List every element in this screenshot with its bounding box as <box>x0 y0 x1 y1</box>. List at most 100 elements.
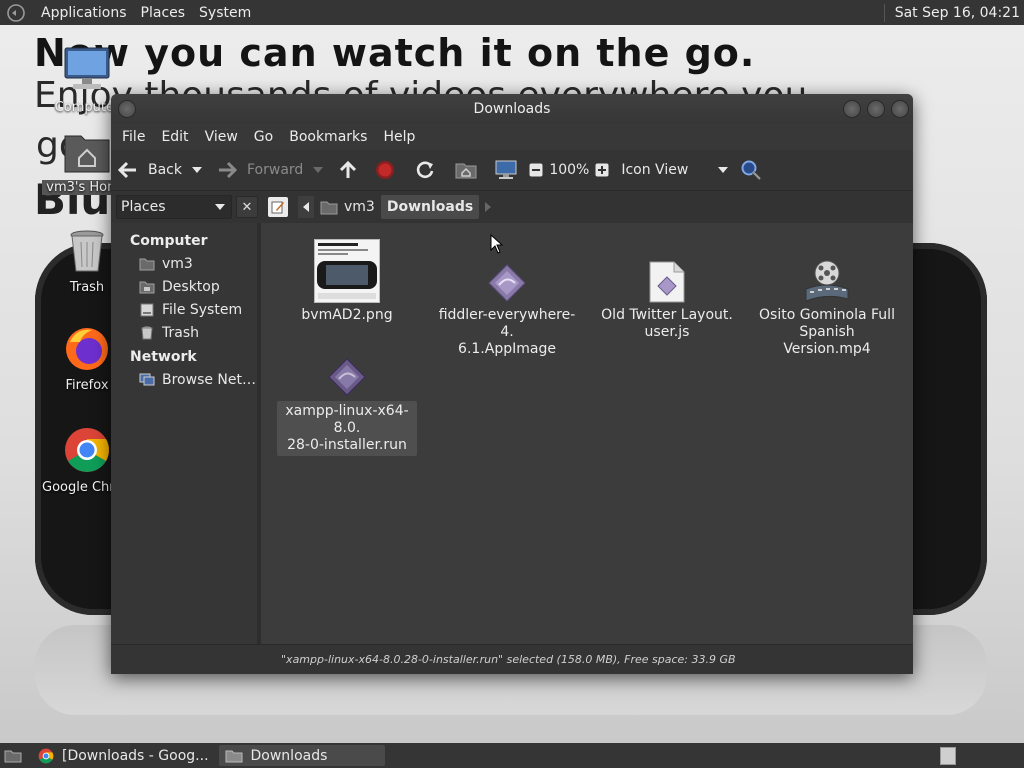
window-title: Downloads <box>473 101 551 117</box>
chrome-icon <box>65 428 109 472</box>
maximize-button[interactable] <box>867 100 885 118</box>
sidebar-item-browse-network[interactable]: Browse Net… <box>111 369 257 392</box>
computer-icon <box>64 47 110 89</box>
clock[interactable]: Sat Sep 16, 04:21 <box>895 5 1020 21</box>
chevron-down-icon <box>215 204 225 210</box>
home-folder-icon <box>64 135 110 173</box>
file-item[interactable]: Osito Gominola Full Spanish Version.mp4 <box>757 233 897 358</box>
trash-icon <box>70 230 104 272</box>
computer-button[interactable] <box>495 160 517 180</box>
back-button[interactable]: Back <box>117 160 182 180</box>
home-button[interactable] <box>455 161 477 179</box>
breadcrumb: vm3 Downloads <box>268 195 497 219</box>
file-name: bvmAD2.png <box>277 307 417 324</box>
breadcrumb-scroll-left[interactable] <box>298 196 314 218</box>
search-icon <box>741 160 762 181</box>
script-icon <box>649 261 685 303</box>
chevron-down-icon <box>313 167 324 173</box>
sidebar-heading-network: Network <box>130 349 197 365</box>
sidebar-mode-select[interactable]: Places <box>116 195 232 219</box>
menu-applications[interactable]: Applications <box>34 5 134 21</box>
video-icon <box>805 260 849 302</box>
status-bar: "xampp-linux-x64-8.0.28-0-installer.run"… <box>111 644 913 674</box>
firefox-icon <box>66 328 108 370</box>
menu-view[interactable]: View <box>197 129 246 145</box>
forward-history-dropdown[interactable] <box>313 167 324 173</box>
sidebar-item-file-system[interactable]: File System <box>111 299 257 322</box>
bottom-panel: [Downloads - Goog... Downloads <box>0 743 1024 768</box>
breadcrumb-vm3[interactable]: vm3 <box>314 195 381 219</box>
distro-logo-icon[interactable] <box>6 3 26 23</box>
file-name-line: 28-0-installer.run <box>287 437 407 453</box>
breadcrumb-scroll-right[interactable] <box>479 195 497 219</box>
image-thumbnail-icon <box>314 239 380 303</box>
window-menu-button[interactable] <box>118 100 136 118</box>
zoom-out-icon <box>529 163 543 177</box>
taskbar-item-chrome[interactable]: [Downloads - Goog... <box>32 745 215 766</box>
forward-button[interactable]: Forward <box>216 160 303 180</box>
sidebar-item-label: Desktop <box>162 279 220 295</box>
file-icon-view[interactable]: bvmAD2.png fiddler-everywhere-4. 6.1.App… <box>261 223 913 645</box>
chrome-icon <box>38 748 54 763</box>
sidebar-item-label: vm3 <box>162 256 193 272</box>
taskbar-item-downloads[interactable]: Downloads <box>218 745 385 766</box>
sidebar-item-vm3[interactable]: vm3 <box>111 253 257 276</box>
show-desktop-icon[interactable] <box>4 749 22 763</box>
home-folder-icon <box>139 258 155 270</box>
view-mode-select[interactable]: Icon View <box>621 162 729 178</box>
sidebar-item-trash[interactable]: Trash <box>111 322 257 345</box>
menu-help[interactable]: Help <box>375 129 423 145</box>
window-content: Computer vm3 Desktop File System Trash N… <box>111 223 913 645</box>
toolbar: Back Forward 100% Icon View <box>111 150 913 190</box>
places-sidebar: Computer vm3 Desktop File System Trash N… <box>111 223 261 645</box>
sidebar-item-desktop[interactable]: Desktop <box>111 276 257 299</box>
mouse-cursor-icon <box>490 234 504 254</box>
reload-button[interactable] <box>415 160 435 180</box>
file-name-line: fiddler-everywhere-4. <box>438 307 576 340</box>
stop-button[interactable] <box>375 160 395 180</box>
status-text: "xampp-linux-x64-8.0.28-0-installer.run"… <box>281 653 736 666</box>
top-panel: Applications Places System Sat Sep 16, 0… <box>0 0 1024 25</box>
executable-icon <box>488 264 526 302</box>
close-sidebar-button[interactable]: ✕ <box>236 196 258 218</box>
zoom-in-icon <box>595 163 609 177</box>
file-item[interactable]: fiddler-everywhere-4. 6.1.AppImage <box>437 233 577 358</box>
view-mode-label: Icon View <box>621 162 689 178</box>
zoom-in-button[interactable] <box>595 163 609 177</box>
window-titlebar[interactable]: Downloads <box>111 94 913 124</box>
desktop-folder-icon <box>139 281 155 293</box>
search-button[interactable] <box>740 159 762 181</box>
chevron-down-icon <box>718 167 729 173</box>
file-name-line: user.js <box>644 324 690 340</box>
menu-file[interactable]: File <box>114 129 153 145</box>
zoom-out-button[interactable] <box>529 163 543 177</box>
menu-go[interactable]: Go <box>246 129 281 145</box>
file-item-selected[interactable]: xampp-linux-x64-8.0. 28-0-installer.run <box>277 327 417 456</box>
up-button[interactable] <box>339 160 357 180</box>
menu-places[interactable]: Places <box>134 5 193 21</box>
toggle-location-entry-button[interactable] <box>268 197 288 217</box>
breadcrumb-downloads[interactable]: Downloads <box>380 195 480 219</box>
zoom-level[interactable]: 100% <box>549 162 589 178</box>
breadcrumb-label: vm3 <box>344 199 375 215</box>
file-item[interactable]: Old Twitter Layout. user.js <box>597 233 737 341</box>
taskbar-item-label: Downloads <box>250 747 328 764</box>
menu-system[interactable]: System <box>192 5 258 21</box>
network-icon <box>139 373 155 386</box>
wallpaper-headline: Now you can watch it on the go. <box>34 31 756 75</box>
file-name: fiddler-everywhere-4. 6.1.AppImage <box>437 307 577 358</box>
location-bar: Places ✕ vm3 Downloads <box>111 190 913 223</box>
workspace-switcher[interactable] <box>940 746 956 765</box>
file-item[interactable]: bvmAD2.png <box>277 233 417 324</box>
back-arrow-icon <box>117 161 136 179</box>
file-name: xampp-linux-x64-8.0. 28-0-installer.run <box>277 401 417 456</box>
menu-edit[interactable]: Edit <box>153 129 196 145</box>
forward-label: Forward <box>247 162 304 178</box>
folder-icon <box>225 750 243 762</box>
file-name-line: xampp-linux-x64-8.0. <box>285 403 409 436</box>
minimize-button[interactable] <box>843 100 861 118</box>
chevron-down-icon <box>192 167 202 173</box>
back-history-dropdown[interactable] <box>192 167 202 173</box>
menu-bookmarks[interactable]: Bookmarks <box>281 129 375 145</box>
close-button[interactable] <box>891 100 909 118</box>
